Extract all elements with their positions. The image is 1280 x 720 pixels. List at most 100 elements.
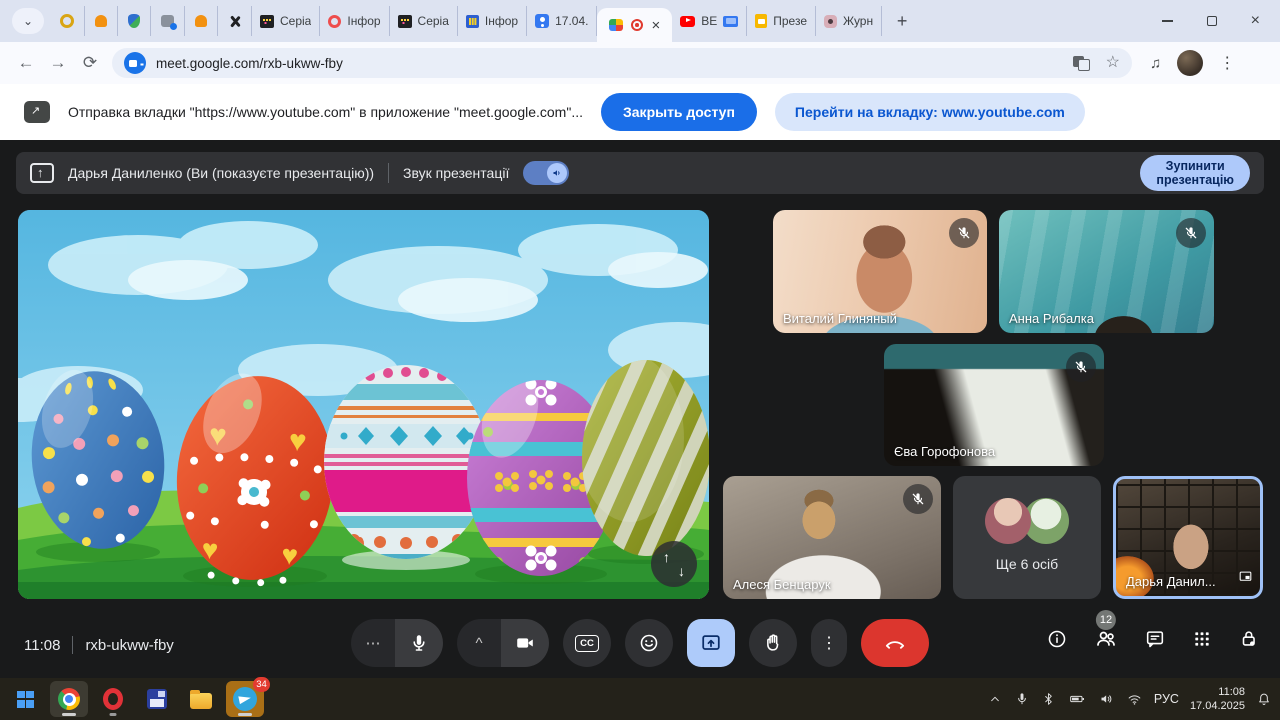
windows-logo-icon (17, 691, 34, 708)
stop-presentation-button[interactable]: Зупинити презентацію (1140, 155, 1250, 191)
participant-tile[interactable]: Алеся Бенцарук (723, 476, 941, 599)
tab-meet-active[interactable]: × (597, 8, 672, 42)
presentation-audio-toggle[interactable] (523, 161, 569, 185)
overflow-participants-tile[interactable]: Ще 6 осіб (953, 476, 1101, 599)
meeting-code: rxb-ukww-fby (85, 637, 173, 654)
end-call-button[interactable] (861, 619, 929, 667)
scroll-presentation-button[interactable]: ↑ ↓ (651, 541, 697, 587)
close-tab-icon[interactable]: × (651, 18, 660, 33)
close-window-button[interactable]: × (1251, 13, 1260, 29)
tab-label: Серіа (280, 14, 311, 28)
tray-wifi-icon[interactable] (1126, 691, 1143, 707)
address-bar[interactable]: meet.google.com/rxb-ukww-fby ☆ (112, 48, 1132, 78)
mic-button[interactable] (395, 619, 443, 667)
more-options-button[interactable]: ⋮ (811, 619, 847, 667)
tab-slides[interactable]: Презе (747, 6, 816, 36)
host-controls-button[interactable] (1238, 628, 1260, 655)
taskbar-telegram[interactable]: 34 (226, 681, 264, 717)
wreath-icon (60, 14, 74, 28)
notifications-bell-icon[interactable] (1256, 691, 1272, 708)
new-tab-button[interactable]: + (888, 11, 916, 32)
maximize-button[interactable] (1207, 16, 1217, 26)
close-access-button[interactable]: Закрыть доступ (601, 93, 757, 131)
tab-serial-2[interactable]: Серіа (390, 6, 458, 36)
recording-icon (631, 19, 643, 31)
meeting-details-button[interactable] (1046, 628, 1068, 655)
bookmark-star-icon[interactable]: ☆ (1106, 55, 1120, 71)
chrome-icon (58, 688, 80, 710)
pinned-tab-1[interactable] (50, 6, 85, 36)
meeting-time: 11:08 (24, 637, 60, 654)
tab-label: Журн (843, 14, 873, 28)
clock-date: 17.04.2025 (1190, 699, 1245, 713)
back-button[interactable]: ← (10, 53, 42, 73)
pinned-tab-3[interactable] (118, 6, 151, 36)
forward-button[interactable]: → (42, 53, 74, 73)
pinned-tab-2[interactable] (85, 6, 118, 36)
tab-label: ВЕ (701, 14, 717, 28)
picture-in-picture-icon[interactable] (1238, 569, 1253, 589)
tray-volume-icon[interactable] (1098, 691, 1115, 707)
meet-camera-icon (124, 52, 146, 74)
mic-options-button[interactable]: ⋯ (351, 619, 395, 667)
film-icon (398, 15, 412, 28)
tray-expand-icon[interactable] (987, 691, 1003, 707)
red-ring-icon (328, 15, 341, 28)
activities-button[interactable] (1192, 629, 1212, 654)
svg-text:♥: ♥ (280, 539, 299, 571)
present-button-active[interactable] (687, 619, 735, 667)
participant-tile[interactable]: Анна Рибалка (999, 210, 1214, 333)
media-controls-icon[interactable]: ♫ (1150, 55, 1161, 72)
people-button[interactable]: 12 (1094, 627, 1118, 656)
tray-bluetooth-icon[interactable] (1041, 691, 1056, 707)
go-to-tab-button[interactable]: Перейти на вкладку: www.youtube.com (775, 93, 1085, 131)
minimize-button[interactable] (1162, 20, 1173, 22)
mic-control: ⋯ (351, 619, 443, 667)
participant-tile[interactable]: Єва Горофонова (884, 344, 1104, 466)
taskbar-explorer[interactable] (182, 681, 220, 717)
tab-serial-1[interactable]: Серіа (252, 6, 320, 36)
taskbar-save-app[interactable] (138, 681, 176, 717)
tab-info-1[interactable]: Інфор (320, 6, 389, 36)
tray-battery-icon[interactable] (1067, 691, 1087, 707)
browser-window: ⌄ Серіа Інфор Серіа Інфор 17.04. × ВЕ Пр… (0, 0, 1280, 720)
slides-icon (755, 14, 767, 28)
profile-avatar[interactable] (1177, 50, 1203, 76)
camera-control: ^ (457, 619, 549, 667)
taskbar-clock[interactable]: 11:08 17.04.2025 (1190, 685, 1245, 714)
pinned-tab-4[interactable] (151, 6, 185, 36)
pinned-tab-6[interactable] (218, 6, 252, 36)
chat-button[interactable] (1144, 628, 1166, 655)
keyboard-language[interactable]: РУС (1154, 692, 1179, 706)
tab-search-button[interactable]: ⌄ (12, 8, 44, 34)
reactions-button[interactable] (625, 619, 673, 667)
tab-journal[interactable]: Журн (816, 6, 882, 36)
window-controls: × (1162, 13, 1274, 29)
tab-strip: ⌄ Серіа Інфор Серіа Інфор 17.04. × ВЕ Пр… (0, 0, 1280, 42)
tab-date[interactable]: 17.04. (527, 6, 597, 36)
svg-text:♥: ♥ (288, 424, 308, 458)
tab-youtube[interactable]: ВЕ (672, 6, 747, 36)
avatar (985, 498, 1031, 544)
camera-button[interactable] (501, 619, 549, 667)
captions-button[interactable]: CC (563, 619, 611, 667)
youtube-icon (680, 16, 695, 27)
cc-icon: CC (575, 635, 599, 652)
tray-mic-icon[interactable] (1014, 691, 1030, 707)
taskbar-chrome[interactable] (50, 681, 88, 717)
translate-icon[interactable] (1073, 56, 1090, 71)
url-text[interactable]: meet.google.com/rxb-ukww-fby (156, 56, 343, 71)
browser-menu-icon[interactable]: ⋮ (1219, 53, 1235, 73)
reload-button[interactable]: ⟳ (74, 53, 106, 73)
browser-toolbar: ← → ⟳ meet.google.com/rxb-ukww-fby ☆ ♫ ⋮ (0, 42, 1280, 84)
tab-info-2[interactable]: Інфор (458, 6, 527, 36)
pinned-tab-5[interactable] (185, 6, 218, 36)
camera-options-button[interactable]: ^ (457, 619, 501, 667)
shared-presentation[interactable]: ♥ ♥ ♥ ♥ (18, 210, 709, 599)
self-tile[interactable]: Дарья Данил... (1113, 476, 1263, 599)
easter-eggs-image: ♥ ♥ ♥ ♥ (18, 210, 709, 599)
taskbar-opera[interactable] (94, 681, 132, 717)
raise-hand-button[interactable] (749, 619, 797, 667)
start-button[interactable] (6, 681, 44, 717)
participant-tile[interactable]: Виталий Глиняный (773, 210, 987, 333)
